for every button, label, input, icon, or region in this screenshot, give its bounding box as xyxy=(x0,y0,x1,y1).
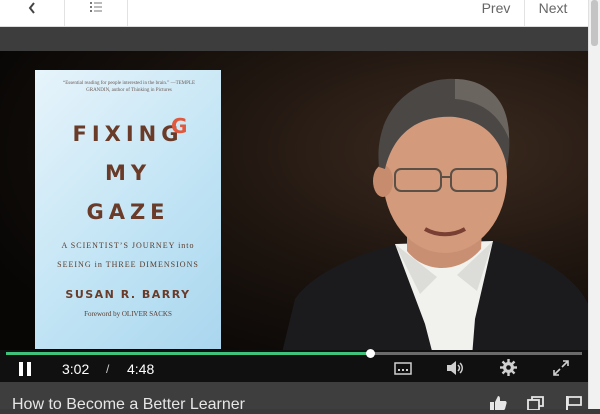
captions-icon[interactable] xyxy=(394,362,412,376)
book-cover-title-line-3: GAZE xyxy=(86,200,170,224)
pause-icon[interactable] xyxy=(17,361,33,377)
page-scrollbar-thumb[interactable] xyxy=(591,0,598,46)
book-cover-subtitle-line-1: A SCIENTIST’S JOURNEY into xyxy=(61,241,195,250)
prev-button[interactable]: Prev xyxy=(468,0,525,26)
settings-icon[interactable] xyxy=(500,359,517,376)
video-frame[interactable]: “Essential reading for people interested… xyxy=(0,51,588,382)
progress-fill xyxy=(6,352,370,355)
video-title: How to Become a Better Learner xyxy=(12,396,246,413)
flag-icon[interactable] xyxy=(565,396,583,410)
page-scrollbar[interactable] xyxy=(588,0,600,409)
list-icon xyxy=(90,2,102,12)
book-cover-title-line-1: FIXING xyxy=(72,122,184,146)
chevron-left-icon xyxy=(28,2,35,14)
player-header-spacer xyxy=(0,27,588,51)
book-cover-title-accent: G xyxy=(171,114,188,138)
top-navigation-bar: Prev Next xyxy=(0,0,588,27)
volume-icon[interactable] xyxy=(446,360,464,376)
book-cover-foreword: Foreword by OLIVER SACKS xyxy=(84,310,172,318)
presenter-figure xyxy=(275,78,588,382)
book-cover-author: SUSAN R. BARRY xyxy=(65,288,191,301)
current-time: 3:02 xyxy=(62,361,90,377)
next-button[interactable]: Next xyxy=(525,0,581,26)
table-of-contents-button[interactable] xyxy=(65,0,128,26)
book-cover-title-line-2: MY xyxy=(104,161,152,185)
progress-scrubber[interactable] xyxy=(366,349,375,358)
copy-icon[interactable] xyxy=(527,396,545,410)
back-button[interactable] xyxy=(0,0,65,26)
time-separator: / xyxy=(106,362,110,376)
book-cover: “Essential reading for people interested… xyxy=(35,70,221,349)
fullscreen-icon[interactable] xyxy=(553,360,569,376)
book-cover-subtitle-line-2: SEEING in THREE DIMENSIONS xyxy=(57,260,199,269)
thumbs-up-icon[interactable] xyxy=(488,396,508,410)
duration: 4:48 xyxy=(127,361,155,377)
book-cover-quote: “Essential reading for people interested… xyxy=(62,81,196,93)
book-cover-subtitle: A SCIENTIST’S JOURNEY into SEEING in THR… xyxy=(45,236,211,274)
